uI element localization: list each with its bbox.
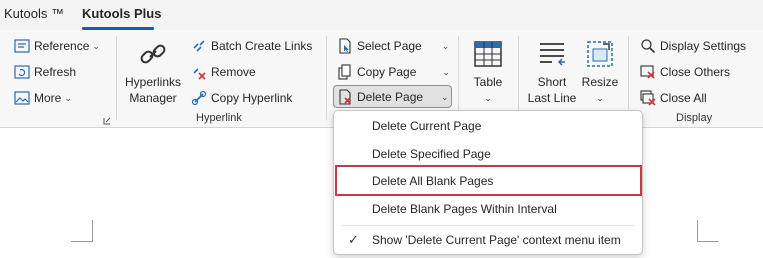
menu-item-label: Delete Current Page <box>372 119 482 133</box>
copy-page-button[interactable]: Copy Page ⌄ <box>337 61 450 83</box>
group-separator <box>116 36 117 120</box>
menu-item-delete-current-page[interactable]: Delete Current Page <box>334 112 642 140</box>
chevron-down-icon: ⌄ <box>484 93 492 103</box>
batch-create-links-label: Batch Create Links <box>211 39 313 53</box>
page-margin-corner-right <box>697 220 719 242</box>
batch-create-links-button[interactable]: Batch Create Links <box>191 35 312 57</box>
menu-item-label: Show 'Delete Current Page' context menu … <box>372 233 621 247</box>
page-margin-corner-left <box>71 220 93 242</box>
close-others-label: Close Others <box>660 65 731 79</box>
close-all-icon <box>640 90 656 106</box>
resize-button[interactable]: Resize ⌄ <box>580 36 620 106</box>
short-last-line-label-1: Short <box>537 75 567 89</box>
hyperlinks-manager-label-2: Manager <box>129 91 177 105</box>
short-last-line-icon <box>537 36 567 72</box>
more-label: More <box>34 91 62 105</box>
copy-page-icon <box>337 64 353 80</box>
display-group-label: Display <box>676 112 713 124</box>
refresh-label: Refresh <box>34 65 77 79</box>
menu-item-delete-all-blank-pages[interactable]: Delete All Blank Pages <box>334 167 642 195</box>
close-all-button[interactable]: Close All <box>640 87 707 109</box>
close-all-label: Close All <box>660 91 707 105</box>
remove-button[interactable]: Remove <box>191 61 256 83</box>
group-separator <box>628 36 629 120</box>
menu-item-label: Delete Specified Page <box>372 147 491 161</box>
resize-label: Resize <box>581 75 619 89</box>
link-icon <box>138 36 168 72</box>
copy-hyperlink-label: Copy Hyperlink <box>211 91 293 105</box>
reference-icon <box>14 38 30 54</box>
magnifier-icon <box>640 38 656 54</box>
remove-link-icon <box>191 64 207 80</box>
dialog-launcher-icon[interactable] <box>103 114 111 125</box>
display-settings-button[interactable]: Display Settings <box>640 35 746 57</box>
tab-kutools-plus[interactable]: Kutools Plus <box>82 6 161 21</box>
chevron-down-icon: ⌄ <box>441 40 450 51</box>
chevron-down-icon: ⌄ <box>596 93 604 103</box>
delete-page-icon <box>337 89 353 105</box>
refresh-icon <box>14 64 30 80</box>
close-others-icon <box>640 64 656 80</box>
select-page-label: Select Page <box>357 39 422 53</box>
remove-label: Remove <box>211 65 256 79</box>
select-page-button[interactable]: Select Page ⌄ <box>337 35 449 57</box>
chevron-down-icon: ⌄ <box>441 91 449 102</box>
copy-hyperlink-button[interactable]: Copy Hyperlink <box>191 87 292 109</box>
menu-item-label: Delete All Blank Pages <box>372 174 494 188</box>
tab-kutools[interactable]: Kutools ™ <box>4 6 64 21</box>
table-icon <box>473 36 503 72</box>
reference-button[interactable]: Reference ⌄ <box>14 35 100 57</box>
menu-item-delete-specified-page[interactable]: Delete Specified Page <box>334 140 642 168</box>
delete-page-button[interactable]: Delete Page ⌄ <box>337 86 449 108</box>
close-others-button[interactable]: Close Others <box>640 61 730 83</box>
hyperlink-group-label: Hyperlink <box>196 112 242 124</box>
checkmark-icon: ✓ <box>348 232 359 247</box>
delete-page-label: Delete Page <box>357 90 424 104</box>
menu-item-label: Delete Blank Pages Within Interval <box>372 202 557 216</box>
short-last-line-label-2: Last Line <box>527 91 577 105</box>
chevron-down-icon: ⌄ <box>442 66 450 77</box>
display-settings-label: Display Settings <box>660 39 747 53</box>
group-separator <box>458 36 459 120</box>
group-separator <box>518 36 519 120</box>
more-button[interactable]: More ⌄ <box>14 87 72 109</box>
batch-link-icon <box>191 38 207 54</box>
copy-link-icon <box>191 90 207 106</box>
image-icon <box>14 90 30 106</box>
group-separator <box>326 36 327 120</box>
hyperlinks-manager-label-1: Hyperlinks <box>124 75 181 89</box>
copy-page-label: Copy Page <box>357 65 417 79</box>
resize-image-icon <box>585 36 615 72</box>
select-page-icon <box>337 38 353 54</box>
chevron-down-icon: ⌄ <box>64 92 72 103</box>
delete-page-dropdown-menu: Delete Current Page Delete Specified Pag… <box>333 110 643 255</box>
short-last-line-button[interactable]: Short Last Line <box>524 36 580 106</box>
hyperlinks-manager-button[interactable]: Hyperlinks Manager <box>122 36 184 106</box>
table-label: Table <box>473 75 503 89</box>
table-button[interactable]: Table ⌄ <box>466 36 510 106</box>
menu-item-show-context-menu-item[interactable]: ✓ Show 'Delete Current Page' context men… <box>334 226 642 254</box>
menu-item-delete-blank-pages-within-interval[interactable]: Delete Blank Pages Within Interval <box>334 195 642 223</box>
refresh-button[interactable]: Refresh <box>14 61 76 83</box>
chevron-down-icon: ⌄ <box>92 40 100 51</box>
reference-label: Reference <box>34 39 90 53</box>
